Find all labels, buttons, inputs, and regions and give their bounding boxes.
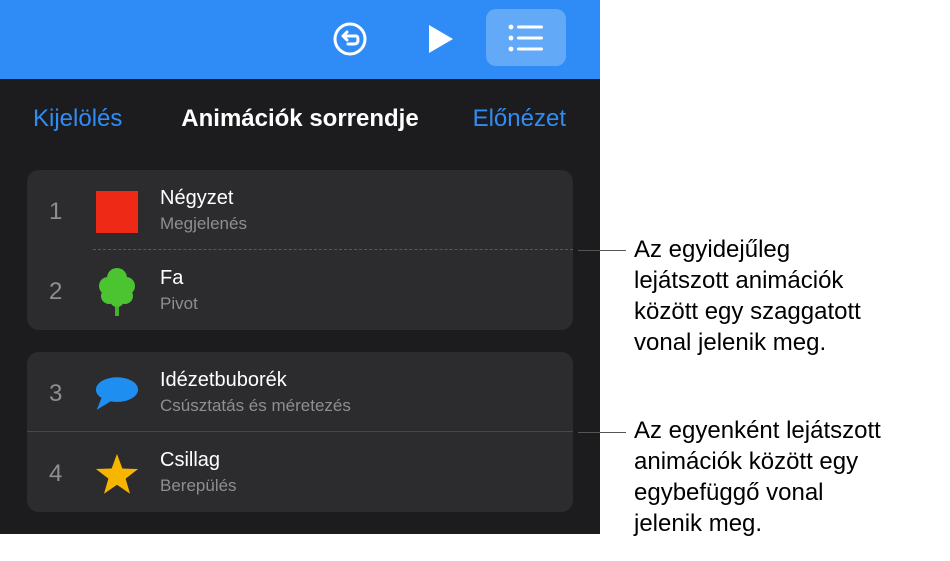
row-number: 2 [49,278,63,305]
row-number: 1 [49,198,63,225]
callout-line: Az egyidejűleg [634,236,791,263]
speech-bubble-icon [95,372,139,416]
toolbar [0,0,600,79]
row-name: Csillag [160,449,221,471]
row-number: 3 [49,380,63,407]
callout-line: között egy szaggatott [634,298,861,325]
row-name: Idézetbuborék [160,369,287,391]
callout-line: egybefüggő vonal [634,479,824,506]
animation-row-3[interactable]: 3 Idézetbuborék Csúsztatás és méretezés [27,352,573,432]
callout-leader-line [578,432,626,433]
undo-icon[interactable] [331,20,369,58]
list-icon[interactable] [486,9,566,66]
animation-group-simultaneous: 1 Négyzet Megjelenés 2 Fa Pivot [27,170,573,330]
row-name: Négyzet [160,187,234,209]
callout-line: vonal jelenik meg. [634,329,827,356]
animation-row-2[interactable]: 2 Fa Pivot [27,250,573,330]
nav-bar: Kijelölés Animációk sorrendje Előnézet [0,79,600,161]
callout-line: lejátszott animációk [634,267,844,294]
star-icon [95,452,139,496]
row-effect: Berepülés [160,476,237,495]
row-effect: Pivot [160,294,198,313]
animation-row-1[interactable]: 1 Négyzet Megjelenés [27,170,573,250]
red-square-icon [95,190,139,234]
row-name: Fa [160,267,184,289]
preview-button[interactable]: Előnézet [473,105,566,133]
row-effect: Megjelenés [160,214,247,233]
animation-group-sequential: 3 Idézetbuborék Csúsztatás és méretezés … [27,352,573,512]
callout-line: Az egyenként lejátszott [634,417,881,444]
callout-line: animációk között egy [634,448,859,475]
row-number: 4 [49,460,63,487]
animation-panel: Kijelölés Animációk sorrendje Előnézet 1… [0,0,600,534]
callout-leader-line [578,250,626,251]
row-effect: Csúsztatás és méretezés [160,396,351,415]
animation-row-4[interactable]: 4 Csillag Berepülés [27,432,573,512]
callout-dashed-line: Az egyidejűleg lejátszott animációk közö… [634,234,944,358]
play-icon[interactable] [420,20,458,58]
callout-solid-line: Az egyenként lejátszott animációk között… [634,415,944,539]
callout-line: jelenik meg. [634,510,763,537]
tree-icon [95,268,139,316]
